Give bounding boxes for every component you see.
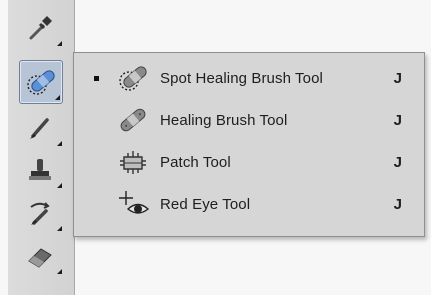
history-brush-icon	[30, 202, 50, 225]
submenu-indicator	[55, 95, 60, 100]
menu-item-spot-healing-brush-tool[interactable]: Spot Healing Brush Tool J	[74, 58, 424, 98]
brush-icon	[30, 118, 49, 139]
menu-item-healing-brush-tool[interactable]: Healing Brush Tool J	[74, 100, 424, 140]
eraser-icon	[28, 248, 52, 268]
menu-item-label: Healing Brush Tool	[160, 111, 288, 129]
tools-panel	[8, 0, 75, 295]
menu-item-label: Red Eye Tool	[160, 195, 251, 213]
menu-item-red-eye-tool[interactable]: Red Eye Tool J	[74, 184, 424, 224]
submenu-indicator	[57, 269, 62, 274]
clone-stamp-tool[interactable]	[18, 150, 62, 190]
spot-healing-brush-icon	[27, 70, 55, 95]
healing-tools-flyout-menu: Spot Healing Brush Tool J Healing Brush …	[73, 52, 425, 237]
history-brush-tool[interactable]	[18, 193, 62, 233]
eyedropper-tool[interactable]	[18, 8, 62, 48]
submenu-indicator	[57, 41, 62, 46]
menu-item-label: Spot Healing Brush Tool	[160, 69, 323, 87]
eraser-tool[interactable]	[18, 236, 62, 276]
brush-tool[interactable]	[18, 108, 62, 148]
selected-indicator	[94, 75, 99, 81]
submenu-indicator	[57, 226, 62, 231]
menu-item-shortcut: J	[393, 153, 402, 171]
eyedropper-icon	[29, 16, 52, 40]
patch-icon	[115, 145, 151, 179]
spot-healing-brush-tool[interactable]	[19, 60, 63, 104]
submenu-indicator	[57, 183, 62, 188]
menu-item-shortcut: J	[393, 69, 402, 87]
menu-item-label: Patch Tool	[160, 153, 231, 171]
spot-healing-brush-icon	[115, 61, 151, 95]
submenu-indicator	[57, 141, 62, 146]
menu-item-shortcut: J	[393, 111, 402, 129]
menu-item-patch-tool[interactable]: Patch Tool J	[74, 142, 424, 182]
menu-item-shortcut: J	[393, 195, 402, 213]
clone-stamp-icon	[29, 159, 51, 180]
healing-brush-icon	[115, 103, 151, 137]
red-eye-icon	[115, 187, 151, 221]
